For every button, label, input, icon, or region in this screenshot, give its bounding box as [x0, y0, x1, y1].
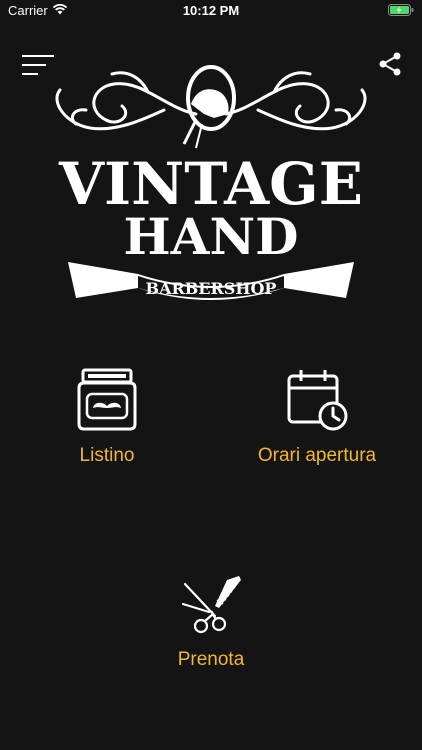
vintage-hand-barbershop-logo: VINTAGE HAND BARBERSHOP	[55, 65, 367, 300]
listino-label: Listino	[79, 445, 135, 466]
battery-charging-icon	[388, 4, 414, 16]
clock: 10:12 PM	[182, 3, 240, 18]
share-icon	[379, 52, 401, 76]
menu-tile-listino[interactable]: Listino	[46, 368, 168, 467]
menu-tile-orari-apertura[interactable]: Orari apertura	[246, 368, 388, 467]
prenota-label: Prenota	[177, 649, 245, 670]
logo-ribbon-text: BARBERSHOP	[146, 279, 277, 298]
scissors-comb-icon	[181, 576, 241, 634]
menu-tile-prenota[interactable]: Prenota	[150, 576, 272, 671]
share-button[interactable]	[376, 50, 404, 78]
logo-line-hand: HAND	[123, 207, 298, 266]
calendar-clock-icon	[287, 370, 348, 431]
pomade-jar-icon	[77, 368, 137, 431]
status-bar: Carrier 10:12 PM	[0, 0, 422, 22]
orari-apertura-label: Orari apertura	[257, 445, 377, 466]
